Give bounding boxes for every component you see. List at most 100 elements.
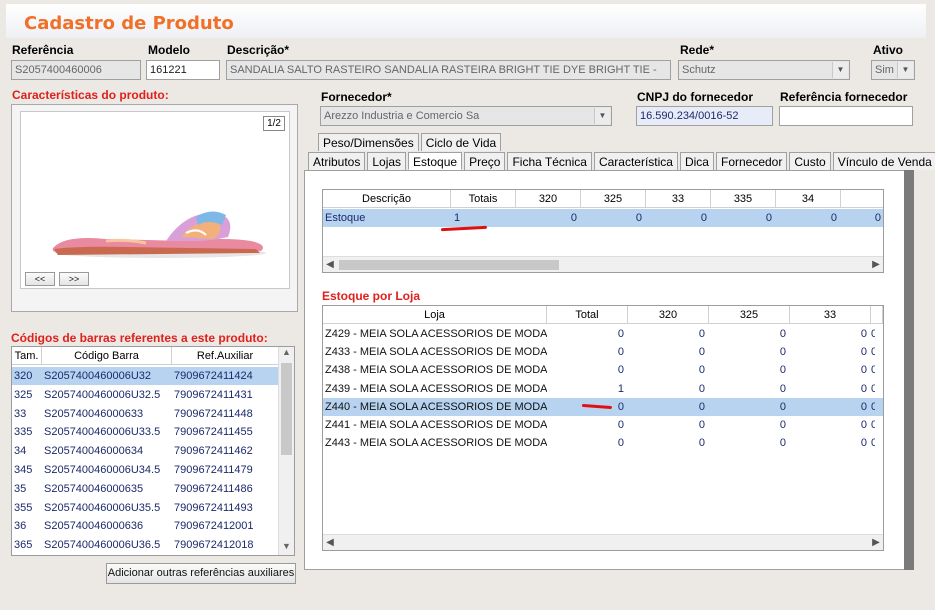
hscroll-thumb[interactable]: [339, 260, 559, 270]
table-cell: 320: [14, 370, 33, 382]
table-cell: Z440 - MEIA SOLA ACESSORIOS DE MODA L: [325, 400, 547, 413]
table-row[interactable]: 345 S2057400460006U34.5 7909672411479: [12, 461, 279, 479]
tab-fornecedor[interactable]: Fornecedor: [715, 152, 788, 170]
table-cell: 0: [830, 212, 837, 224]
table-cell: S205740046000636: [44, 520, 144, 533]
table-cell: Z433 - MEIA SOLA ACESSORIOS DE MODA L: [325, 346, 547, 359]
column-header[interactable]: Descrição: [323, 190, 451, 208]
table-cell: 7909672412018: [174, 539, 254, 552]
table-cell: 34: [14, 445, 27, 458]
tabs-top-row: Peso/Dimensões Ciclo de Vida: [318, 133, 503, 151]
scroll-thumb[interactable]: [281, 363, 292, 455]
table-row[interactable]: Z429 - MEIA SOLA ACESSORIOS DE MODA L000…: [323, 325, 883, 343]
fornecedor-select[interactable]: Arezzo Industria e Comercio Sa ▼: [320, 106, 612, 126]
ativo-select[interactable]: Sim ▼: [871, 60, 915, 80]
column-header[interactable]: 34: [776, 190, 841, 208]
table-row[interactable]: 365 S2057400460006U36.5 7909672412018: [12, 536, 279, 554]
fornecedor-value: Arezzo Industria e Comercio Sa: [324, 110, 480, 122]
table-cell: 0: [860, 437, 867, 450]
table-row[interactable]: Z438 - MEIA SOLA ACESSORIOS DE MODA L000…: [323, 361, 883, 379]
tab-peso-dimensoes[interactable]: Peso/Dimensões: [318, 133, 419, 151]
modelo-field[interactable]: 161221: [146, 60, 220, 80]
table-row[interactable]: 36 S205740046000636 7909672412001: [12, 517, 279, 535]
table-row[interactable]: 325 S2057400460006U32.5 7909672411431: [12, 386, 279, 404]
add-aux-references-button[interactable]: Adicionar outras referências auxiliares: [106, 563, 296, 584]
tab-atributos[interactable]: Atributos: [308, 152, 366, 170]
column-header[interactable]: 33: [790, 306, 871, 324]
table-row[interactable]: 355 S2057400460006U35.5 7909672411493: [12, 499, 279, 517]
ref-fornecedor-label: Referência fornecedor: [780, 90, 908, 104]
column-header[interactable]: 320: [628, 306, 709, 324]
barcodes-scrollbar[interactable]: ▲ ▼: [278, 347, 294, 555]
table-cell: 0: [871, 361, 875, 379]
tab-preco[interactable]: Preço: [464, 152, 506, 170]
store-grid-hscroll[interactable]: ◀ ▶: [323, 534, 883, 550]
rede-select[interactable]: Schutz ▼: [678, 60, 850, 80]
table-row[interactable]: Z441 - MEIA SOLA ACESSORIOS DE MODA L000…: [323, 416, 883, 434]
cnpj-field[interactable]: 16.590.234/0016-52: [636, 106, 773, 126]
table-cell: 7909672411479: [174, 464, 253, 476]
column-header[interactable]: 325: [709, 306, 790, 324]
referencia-field[interactable]: S2057400460006: [11, 60, 141, 80]
column-header[interactable]: Loja: [323, 306, 547, 324]
tab-dica[interactable]: Dica: [679, 152, 714, 170]
tab-custo[interactable]: Custo: [789, 152, 831, 170]
table-cell: 36: [14, 520, 27, 533]
column-header[interactable]: 335: [711, 190, 776, 208]
table-cell: 0: [698, 400, 705, 413]
chevron-down-icon[interactable]: ▼: [594, 108, 610, 124]
barcodes-header-tam[interactable]: Tam.: [12, 347, 42, 365]
stock-grid-hscroll[interactable]: ◀ ▶: [323, 256, 883, 272]
tab-ficha-tecnica[interactable]: Ficha Técnica: [507, 152, 592, 170]
descricao-field[interactable]: SANDALIA SALTO RASTEIRO SANDALIA RASTEIR…: [226, 60, 671, 80]
table-cell: 0: [874, 212, 881, 224]
ref-fornecedor-field[interactable]: [779, 106, 913, 126]
table-cell: 0: [871, 325, 875, 343]
tab-caracteristica[interactable]: Característica: [593, 152, 678, 170]
column-header[interactable]: 320: [516, 190, 581, 208]
table-cell: 0: [698, 328, 705, 340]
table-row[interactable]: Z439 - MEIA SOLA ACESSORIOS DE MODA L100…: [323, 380, 883, 398]
column-header[interactable]: [871, 306, 883, 324]
table-row[interactable]: 320 S2057400460006U32 7909672411424: [12, 367, 279, 385]
column-header[interactable]: 33: [646, 190, 711, 208]
barcodes-header-codigo[interactable]: Código Barra: [42, 347, 172, 365]
chevron-down-icon[interactable]: ▼: [897, 62, 913, 78]
scroll-right-icon[interactable]: ▶: [869, 257, 883, 272]
table-cell: 0: [698, 346, 705, 359]
tab-lojas[interactable]: Lojas: [367, 152, 407, 170]
title-bar: Cadastro de Produto: [6, 4, 926, 38]
table-cell: 0: [871, 343, 875, 361]
table-cell: S2057400460006U32.5: [44, 388, 161, 401]
scroll-up-icon[interactable]: ▲: [279, 347, 294, 361]
scroll-left-icon[interactable]: ◀: [323, 257, 337, 272]
table-row[interactable]: Z433 - MEIA SOLA ACESSORIOS DE MODA L000…: [323, 343, 883, 361]
prev-image-button[interactable]: <<: [25, 272, 55, 286]
tab-estoque[interactable]: Estoque: [408, 152, 463, 170]
tab-ciclo-de-vida[interactable]: Ciclo de Vida: [420, 133, 502, 151]
ativo-value: Sim: [875, 64, 894, 76]
table-row[interactable]: Estoque 1 0 0 0 0 0 0: [323, 209, 883, 227]
panel-right-border: [904, 170, 914, 570]
scroll-left-icon[interactable]: ◀: [323, 535, 337, 550]
table-row[interactable]: 35 S205740046000635 7909672411486: [12, 480, 279, 498]
table-cell: 0: [860, 364, 867, 377]
table-row[interactable]: 34 S205740046000634 7909672411462: [12, 442, 279, 460]
scroll-right-icon[interactable]: ▶: [869, 535, 883, 550]
table-row[interactable]: 335 S2057400460006U33.5 7909672411455: [12, 423, 279, 441]
tab-vinculo-de-venda[interactable]: Vínculo de Venda: [832, 152, 935, 170]
scroll-down-icon[interactable]: ▼: [279, 541, 294, 555]
column-header[interactable]: [841, 190, 883, 208]
column-header[interactable]: 325: [581, 190, 646, 208]
column-header[interactable]: Totais: [451, 190, 516, 208]
barcodes-header-ref[interactable]: Ref.Auxiliar: [172, 347, 279, 365]
table-cell: 7909672411448: [174, 407, 253, 420]
table-row[interactable]: Z443 - MEIA SOLA ACESSORIOS DE MODA L000…: [323, 434, 883, 452]
table-row[interactable]: 33 S205740046000633 7909672411448: [12, 405, 279, 423]
product-registration-window: Cadastro de Produto Referência S20574004…: [0, 0, 935, 610]
table-cell: 325: [14, 388, 33, 401]
next-image-button[interactable]: >>: [59, 272, 89, 286]
table-cell: 0: [779, 328, 786, 340]
column-header[interactable]: Total: [547, 306, 628, 324]
chevron-down-icon[interactable]: ▼: [832, 62, 848, 78]
